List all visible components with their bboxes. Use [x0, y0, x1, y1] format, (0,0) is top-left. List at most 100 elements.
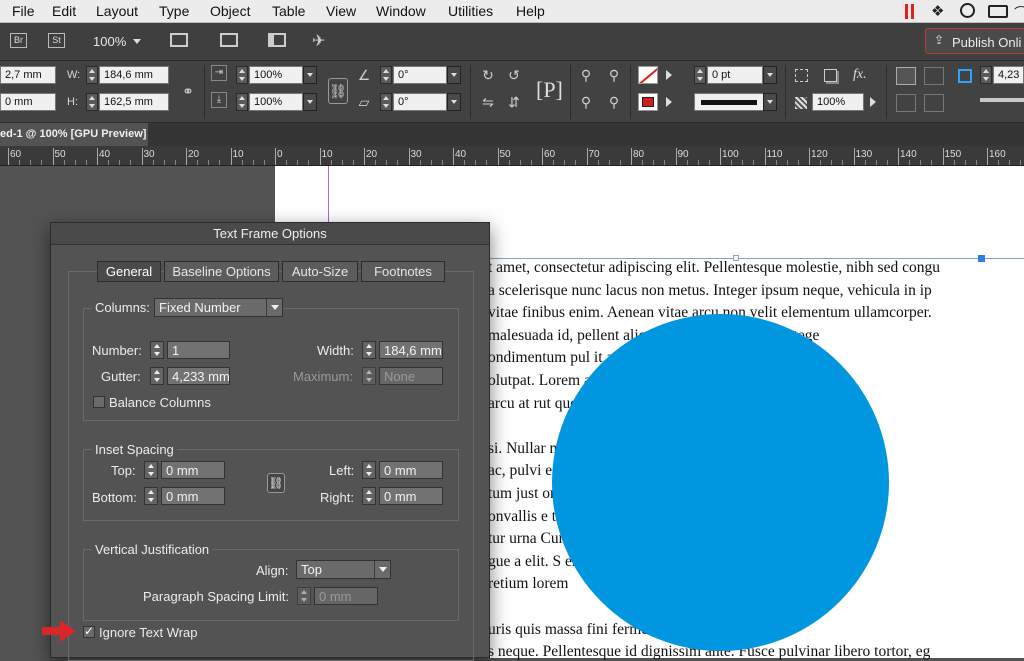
opacity-dropdown-icon[interactable]	[870, 97, 876, 107]
shear-field[interactable]: 0°	[393, 93, 447, 111]
rotate-counterclockwise-icon[interactable]: ↺	[504, 65, 524, 85]
menu-layout[interactable]: Layout	[96, 3, 138, 19]
inset-bottom-stepper[interactable]	[144, 487, 158, 505]
inset-bottom-field[interactable]: 0 mm	[161, 487, 225, 505]
gpu-performance-icon[interactable]: ✈	[312, 31, 325, 50]
rotation-field[interactable]: 0°	[393, 66, 447, 84]
gutter-field[interactable]: 4,233 mm	[167, 367, 230, 385]
sync-check-icon[interactable]	[960, 3, 975, 18]
width-stepper[interactable]	[86, 66, 98, 84]
width-field[interactable]: 184,6 mm	[379, 341, 443, 359]
shear-stepper[interactable]	[380, 93, 392, 111]
align-bottom-button[interactable]	[896, 94, 916, 112]
frame-handle-selected[interactable]	[978, 255, 985, 262]
select-previous-icon[interactable]: ⚲	[576, 92, 596, 112]
menu-help[interactable]: Help	[516, 3, 545, 19]
scale-x-field[interactable]: 100%	[249, 66, 303, 84]
blue-circle-shape[interactable]	[552, 314, 889, 651]
scale-y-field[interactable]: 100%	[249, 93, 303, 111]
stroke-type-dropdown[interactable]	[763, 93, 777, 111]
document-tab[interactable]: ed-1 @ 100% [GPU Preview]	[0, 123, 148, 146]
width-field[interactable]: 184,6 mm	[99, 66, 169, 84]
inset-top-stepper[interactable]	[144, 461, 158, 479]
frame-value-field[interactable]: 4,23	[993, 66, 1024, 84]
rotation-dropdown[interactable]	[447, 66, 461, 84]
view-options-icon[interactable]	[170, 33, 188, 47]
tab-general[interactable]: General	[97, 261, 161, 282]
number-field[interactable]: 1	[167, 341, 230, 359]
stroke-swatch-dropdown-icon[interactable]	[666, 97, 672, 107]
select-content-icon[interactable]: ⚲	[604, 65, 624, 85]
dropbox-icon[interactable]: ❖	[931, 2, 944, 20]
menu-object[interactable]: Object	[210, 3, 250, 19]
align-select[interactable]: Top	[296, 560, 391, 579]
inset-right-field[interactable]: 0 mm	[379, 487, 443, 505]
height-stepper[interactable]	[86, 93, 98, 111]
tab-auto-size[interactable]: Auto-Size	[282, 261, 358, 282]
publish-online-button[interactable]: ⇪ Publish Onli	[925, 28, 1024, 54]
stroke-weight-dropdown[interactable]	[763, 66, 777, 84]
scale-x-dropdown[interactable]	[303, 66, 317, 84]
menu-edit[interactable]: Edit	[52, 3, 76, 19]
stock-button[interactable]: St	[48, 33, 65, 48]
balance-columns-checkbox[interactable]	[93, 396, 105, 408]
flip-vertical-icon[interactable]: ⇵	[504, 92, 524, 112]
tab-baseline-options[interactable]: Baseline Options	[164, 261, 279, 282]
height-field[interactable]: 162,5 mm	[99, 93, 169, 111]
drop-shadow-icon[interactable]	[795, 69, 808, 82]
y-position-field[interactable]: 0 mm	[0, 93, 56, 111]
stroke-weight-field[interactable]: 0 pt	[707, 66, 763, 84]
inset-right-stepper[interactable]	[362, 487, 376, 505]
shadow-toggle-icon[interactable]	[824, 69, 837, 82]
menu-table[interactable]: Table	[272, 3, 305, 19]
opacity-field[interactable]: 100%	[812, 93, 864, 111]
rotate-clockwise-icon[interactable]: ↻	[478, 65, 498, 85]
stroke-type-select[interactable]	[694, 93, 764, 111]
pause-icon[interactable]	[905, 4, 908, 19]
zoom-dropdown-icon[interactable]	[133, 39, 141, 44]
menu-view[interactable]: View	[326, 3, 356, 19]
stroke-weight-stepper[interactable]	[694, 66, 706, 84]
scale-x-stepper[interactable]	[236, 66, 248, 84]
constrain-proportions-icon[interactable]: ⚭	[178, 81, 198, 101]
number-stepper[interactable]	[150, 341, 164, 359]
select-container-icon[interactable]: ⚲	[576, 65, 596, 85]
scale-y-stepper[interactable]	[236, 93, 248, 111]
inset-left-stepper[interactable]	[362, 461, 376, 479]
inset-top-field[interactable]: 0 mm	[161, 461, 225, 479]
zoom-level[interactable]: 100%	[93, 34, 126, 49]
menu-type[interactable]: Type	[159, 3, 189, 19]
menu-file[interactable]: File	[12, 3, 35, 19]
menu-utilities[interactable]: Utilities	[448, 3, 493, 19]
width-stepper[interactable]	[362, 341, 376, 359]
make-all-settings-same-link-icon[interactable]: ⛓	[267, 473, 285, 493]
align-top-button[interactable]	[896, 67, 916, 85]
effects-button[interactable]: fx.	[853, 67, 867, 83]
fill-swatch-dropdown-icon[interactable]	[666, 70, 672, 80]
columns-type-select[interactable]: Fixed Number	[154, 298, 283, 317]
scale-y-dropdown[interactable]	[303, 93, 317, 111]
align-center-button[interactable]	[924, 67, 944, 85]
tab-footnotes[interactable]: Footnotes	[361, 261, 445, 282]
fill-swatch-none[interactable]	[638, 66, 658, 84]
flip-horizontal-icon[interactable]: ⇋	[478, 92, 498, 112]
battery-icon[interactable]	[988, 5, 1008, 18]
inset-left-field[interactable]: 0 mm	[379, 461, 443, 479]
wifi-icon[interactable]: ⌒	[1014, 3, 1024, 23]
shear-dropdown[interactable]	[447, 93, 461, 111]
rotation-stepper[interactable]	[380, 66, 392, 84]
justify-vertical-button[interactable]	[924, 94, 944, 112]
select-next-icon[interactable]: ⚲	[604, 92, 624, 112]
menu-window[interactable]: Window	[376, 3, 426, 19]
constrain-scale-link-icon[interactable]: ⛓	[328, 78, 348, 104]
ignore-text-wrap-checkbox[interactable]	[83, 624, 95, 638]
ruler-tick	[97, 148, 98, 165]
gutter-stepper[interactable]	[150, 367, 164, 385]
bridge-button[interactable]: Br	[10, 33, 27, 48]
auto-fit-frame-icon[interactable]	[958, 69, 972, 83]
x-position-field[interactable]: 2,7 mm	[0, 66, 56, 84]
screen-mode-icon[interactable]	[220, 33, 238, 47]
arrange-documents-icon[interactable]	[268, 33, 286, 47]
frame-value-stepper[interactable]	[980, 66, 992, 84]
stroke-swatch[interactable]	[638, 93, 658, 111]
